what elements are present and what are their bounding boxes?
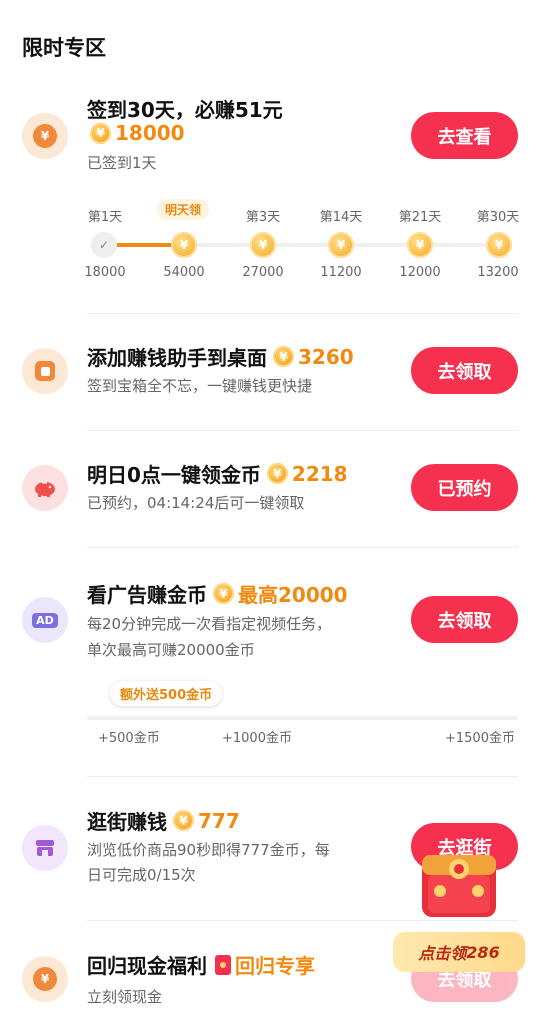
claim-float-card[interactable]: 点击领 286 <box>393 932 525 972</box>
desktop-title-row: 添加赚钱助手到桌面 ¥ 3260 <box>87 342 354 371</box>
ads-reward: 最高20000 <box>238 583 348 607</box>
section-title: 限时专区 <box>22 36 106 60</box>
return-cash-icon: ¥ <box>22 956 68 1002</box>
treasure-box-icon[interactable] <box>414 835 504 930</box>
ads-title-row: 看广告赚金币 ¥ 最高20000 <box>87 579 348 608</box>
extra-coins-badge: 额外送500金币 <box>110 681 223 706</box>
tomorrow-desc: 已预约，04:14:24后可一键领取 <box>87 494 305 512</box>
day-amount: 27000 <box>242 265 284 280</box>
shopping-desc-line2: 日可完成0/15次 <box>87 866 196 884</box>
milestone-label: +1000金币 <box>222 731 292 746</box>
coin-icon: ¥ <box>266 463 288 484</box>
milestone-label: +500金币 <box>98 731 160 746</box>
milestone-label: +1500金币 <box>445 731 515 746</box>
desktop-title: 添加赚钱助手到桌面 <box>87 346 267 370</box>
day-amount: 18000 <box>84 265 126 280</box>
shop-icon <box>22 825 68 871</box>
yuan-coin-icon: ¥ <box>33 967 57 991</box>
divider <box>87 776 518 777</box>
shopping-title: 逛街赚钱 <box>87 810 167 834</box>
desktop-desc: 签到宝箱全不忘，一键赚钱更快捷 <box>87 377 313 395</box>
checkin-reward: 18000 <box>115 121 185 145</box>
checkin-title: 签到30天，必赚51元 <box>87 98 283 122</box>
return-desc: 立刻领现金 <box>87 988 163 1006</box>
yuan-coin-icon: ¥ <box>33 124 57 148</box>
tomorrow-title: 明日0点一键领金币 <box>87 463 261 487</box>
day-label: 第1天 <box>87 210 123 225</box>
tomorrow-reward: 2218 <box>291 461 348 486</box>
ads-claim-button[interactable]: 去领取 <box>411 596 518 643</box>
divider <box>87 313 518 314</box>
tomorrow-title-row: 明日0点一键领金币 ¥ 2218 <box>87 459 348 488</box>
coin-icon: ¥ <box>407 232 433 258</box>
day-amount: 11200 <box>320 265 362 280</box>
checkmark-icon: ✓ <box>91 232 117 258</box>
coin-icon: ¥ <box>328 232 354 258</box>
ads-desc-line1: 每20分钟完成一次看指定视频任务， <box>87 615 332 633</box>
divider <box>87 547 518 548</box>
return-title: 回归现金福利 <box>87 954 207 978</box>
shopping-title-row: 逛街赚钱 ¥ 777 <box>87 806 240 835</box>
tomorrow-badge: 明天领 <box>157 199 210 220</box>
ads-title: 看广告赚金币 <box>87 583 207 607</box>
coin-icon: ¥ <box>171 232 197 258</box>
coin-icon: ¥ <box>213 583 234 604</box>
shopping-reward: 777 <box>198 808 240 833</box>
coin-icon: ¥ <box>273 346 294 367</box>
day-label: 第30天 <box>476 210 520 225</box>
desktop-reward: 3260 <box>298 344 354 369</box>
return-title-row: 回归现金福利 回归专享 <box>87 950 315 979</box>
red-envelope-icon <box>215 954 231 975</box>
view-checkin-button[interactable]: 去查看 <box>411 112 518 159</box>
day-label: 第14天 <box>319 210 363 225</box>
claim-float-amount: 286 <box>466 942 500 962</box>
coin-icon: ¥ <box>90 122 111 144</box>
desktop-claim-button[interactable]: 去领取 <box>411 347 518 394</box>
day-label: 第21天 <box>398 210 442 225</box>
day-amount: 12000 <box>399 265 441 280</box>
ads-desc-line2: 单次最高可赚20000金币 <box>87 641 255 659</box>
checkin-status: 已签到1天 <box>87 154 157 172</box>
coin-icon: ¥ <box>173 810 194 831</box>
desktop-app-icon <box>22 348 68 394</box>
coin-icon: ¥ <box>486 232 512 258</box>
day-label: 第3天 <box>245 210 281 225</box>
checkin-reward-row: ¥ 18000 <box>90 121 185 145</box>
shopping-desc-line1: 浏览低价商品90秒即得777金币，每 <box>87 841 330 859</box>
return-tag: 回归专享 <box>235 954 315 978</box>
day-amount: 13200 <box>477 265 519 280</box>
claim-float-prefix: 点击领 <box>418 944 467 963</box>
ads-progress-track <box>87 716 518 720</box>
ad-icon: AD <box>22 597 68 643</box>
day-amount: 54000 <box>163 265 205 280</box>
divider <box>87 430 518 431</box>
reserved-button[interactable]: 已预约 <box>411 464 518 511</box>
piggy-bank-icon <box>22 465 68 511</box>
ad-icon-text: AD <box>32 612 58 628</box>
coin-icon: ¥ <box>250 232 276 258</box>
checkin-icon: ¥ <box>22 113 68 159</box>
